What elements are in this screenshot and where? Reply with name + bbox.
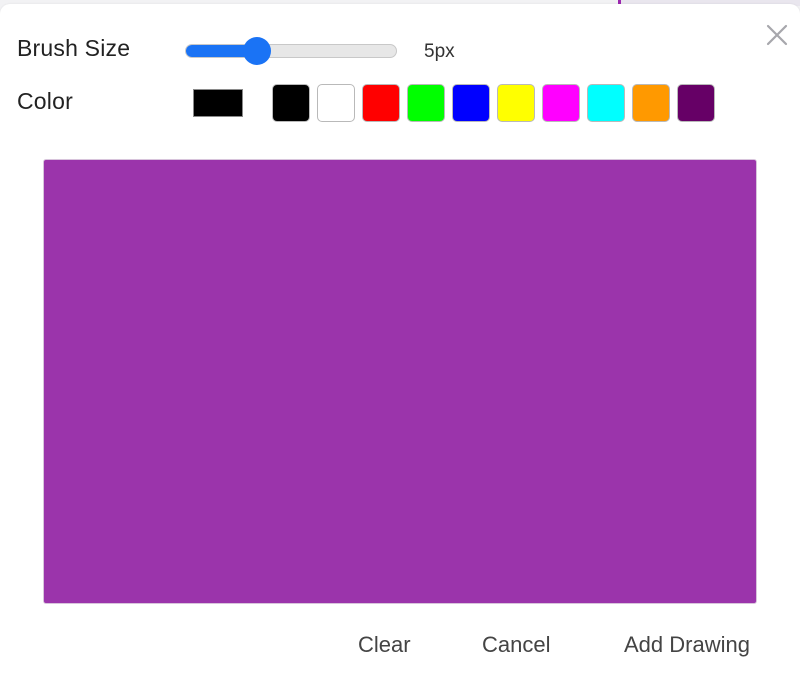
color-swatch-yellow[interactable] — [497, 84, 535, 122]
add-drawing-button[interactable]: Add Drawing — [624, 632, 750, 658]
color-swatch-orange[interactable] — [632, 84, 670, 122]
color-label: Color — [17, 88, 73, 114]
brush-size-value: 5px — [424, 41, 455, 62]
color-swatch-red[interactable] — [362, 84, 400, 122]
color-swatch-white[interactable] — [317, 84, 355, 122]
color-swatch-list — [272, 84, 715, 122]
color-swatch-black[interactable] — [272, 84, 310, 122]
brush-size-slider[interactable] — [185, 44, 397, 58]
close-icon — [766, 24, 788, 46]
current-color-picker[interactable] — [193, 89, 243, 117]
color-swatch-green[interactable] — [407, 84, 445, 122]
brush-size-label: Brush Size — [17, 35, 131, 61]
cancel-button[interactable]: Cancel — [482, 632, 550, 658]
drawing-dialog: Brush Size 5px Color Clear Cancel Add Dr… — [0, 4, 800, 680]
color-swatch-purple[interactable] — [677, 84, 715, 122]
drawing-canvas[interactable] — [43, 159, 757, 604]
clear-button[interactable]: Clear — [358, 632, 411, 658]
close-button[interactable] — [762, 20, 792, 50]
color-swatch-magenta[interactable] — [542, 84, 580, 122]
brush-size-slider-thumb[interactable] — [243, 37, 272, 65]
color-swatch-blue[interactable] — [452, 84, 490, 122]
color-swatch-cyan[interactable] — [587, 84, 625, 122]
